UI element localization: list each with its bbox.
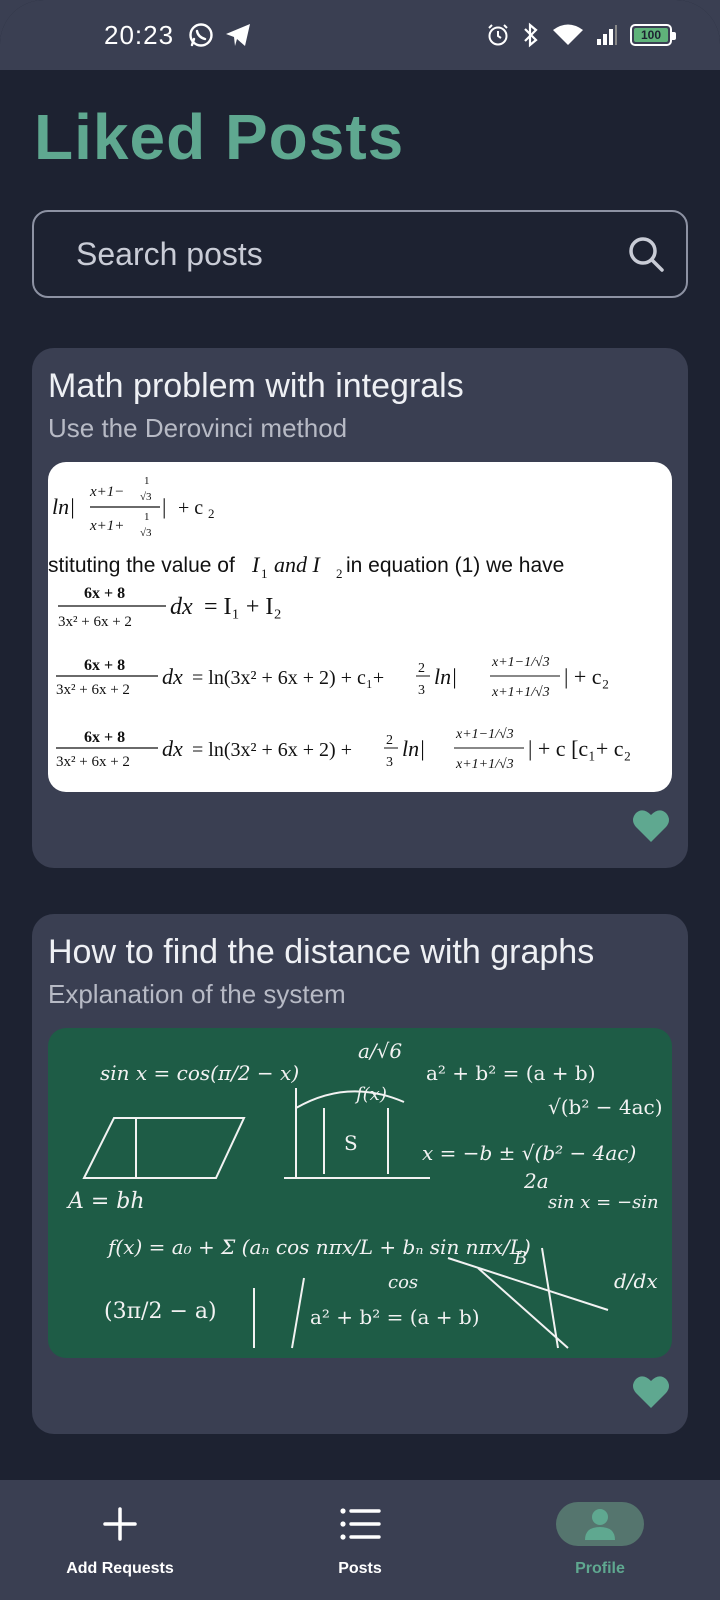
svg-text:3: 3 [418, 683, 425, 698]
bottom-navigation: Add Requests Posts Profile [0, 1480, 720, 1600]
svg-text:f(x) = a₀ + Σ (aₙ cos nπx/L +: f(x) = a₀ + Σ (aₙ cos nπx/L + bₙ sin nπx… [106, 1235, 531, 1259]
svg-text:1: 1 [261, 566, 268, 581]
nav-label: Add Requests [66, 1560, 174, 1577]
svg-text:= ln(3x² + 6x + 2) +: = ln(3x² + 6x + 2) + [192, 739, 352, 761]
telegram-icon [226, 24, 251, 46]
svg-text:x+1+1/√3: x+1+1/√3 [491, 685, 550, 700]
post-card[interactable]: Math problem with integrals Use the Dero… [32, 348, 688, 868]
svg-text:x = −b ± √(b² − 4ac): x = −b ± √(b² − 4ac) [422, 1141, 636, 1165]
svg-text:2: 2 [208, 506, 215, 521]
svg-text:A = bh: A = bh [66, 1189, 145, 1214]
svg-text:3x² + 6x + 2: 3x² + 6x + 2 [56, 754, 130, 770]
svg-text:cos: cos [388, 1272, 418, 1293]
svg-text:|: | [162, 494, 166, 519]
svg-text:6x + 8: 6x + 8 [84, 585, 125, 602]
svg-text:x+1−1/√3: x+1−1/√3 [491, 655, 550, 670]
svg-text:3: 3 [386, 755, 393, 770]
svg-text:B: B [513, 1248, 527, 1269]
svg-text:3x² + 6x + 2: 3x² + 6x + 2 [56, 682, 130, 698]
svg-text:x+1−1/√3: x+1−1/√3 [455, 727, 514, 742]
status-bar: 20:23 100 [0, 0, 720, 70]
nav-label: Profile [575, 1560, 625, 1577]
svg-text:x+1−: x+1− [89, 484, 124, 500]
svg-text:2: 2 [418, 661, 425, 676]
signal-icon [597, 25, 617, 45]
svg-text:2: 2 [336, 566, 343, 581]
search-bar[interactable] [32, 210, 688, 298]
svg-text:in equation (1) we have: in equation (1) we have [346, 554, 564, 577]
math-integrals-image: ln| x+1− 1 √3 x+1+ 1 √3 | + c 2 stitutin… [48, 475, 631, 772]
svg-text:sin x = −sin: sin x = −sin [548, 1192, 659, 1213]
page-title: Liked Posts [34, 101, 405, 173]
svg-text:3x² + 6x + 2: 3x² + 6x + 2 [58, 614, 132, 630]
plus-icon [103, 1507, 137, 1541]
svg-text:x+1+: x+1+ [89, 518, 124, 534]
chalkboard-formulas-image: sin x = cos(π/2 − x) a/√6 a² + b² = (a +… [66, 1039, 663, 1349]
svg-text:+ c: + c [178, 497, 203, 519]
post-image[interactable]: sin x = cos(π/2 − x) a/√6 a² + b² = (a +… [48, 1028, 672, 1358]
heart-icon[interactable] [632, 1374, 670, 1410]
svg-text:√(b² − 4ac): √(b² − 4ac) [548, 1095, 663, 1119]
battery-icon: 100 [630, 24, 676, 46]
svg-text:ln|: ln| [434, 664, 457, 689]
wifi-icon [553, 24, 583, 45]
svg-text:= I₁ + I₂: = I₁ + I₂ [204, 594, 282, 620]
alarm-icon [488, 24, 508, 46]
svg-text:ln|: ln| [52, 494, 75, 519]
post-card[interactable]: How to find the distance with graphs Exp… [32, 914, 688, 1434]
svg-text:x+1+1/√3: x+1+1/√3 [455, 757, 514, 772]
svg-text:I: I [251, 552, 261, 577]
post-title: How to find the distance with graphs [48, 933, 595, 971]
svg-text:dx: dx [162, 664, 183, 689]
svg-text:2: 2 [386, 733, 393, 748]
nav-posts[interactable]: Posts [240, 1480, 480, 1600]
svg-text:a/√6: a/√6 [358, 1039, 402, 1063]
nav-add-requests[interactable]: Add Requests [0, 1480, 240, 1600]
svg-text:dx: dx [170, 594, 193, 620]
search-icon[interactable] [626, 234, 666, 274]
svg-text:sin x = cos(π/2 − x): sin x = cos(π/2 − x) [100, 1061, 299, 1085]
svg-text:ln|: ln| [402, 736, 425, 761]
post-subtitle: Use the Derovinci method [48, 413, 348, 443]
list-icon [340, 1508, 381, 1540]
svg-text:a² + b² = (a + b): a² + b² = (a + b) [310, 1305, 480, 1329]
post-title: Math problem with integrals [48, 367, 464, 405]
svg-text:2a: 2a [523, 1169, 549, 1193]
nav-profile[interactable]: Profile [480, 1480, 720, 1600]
svg-text:dx: dx [162, 736, 183, 761]
bluetooth-icon [524, 22, 538, 48]
svg-text:1: 1 [144, 475, 150, 487]
svg-text:S: S [344, 1131, 358, 1155]
svg-text:6x + 8: 6x + 8 [84, 657, 125, 674]
svg-text:= ln(3x² + 6x + 2) + c₁+: = ln(3x² + 6x + 2) + c₁+ [192, 667, 384, 689]
svg-text:| + c [c₁+ c₂: | + c [c₁+ c₂ [528, 736, 631, 761]
whatsapp-icon [189, 23, 213, 47]
post-subtitle: Explanation of the system [48, 979, 346, 1009]
svg-text:1: 1 [144, 511, 150, 523]
svg-text:a² + b² = (a + b): a² + b² = (a + b) [426, 1061, 596, 1085]
svg-text:stituting the value of: stituting the value of [48, 554, 235, 577]
search-input[interactable] [76, 235, 626, 273]
svg-text:and I: and I [274, 552, 322, 577]
svg-text:6x + 8: 6x + 8 [84, 729, 125, 746]
svg-text:√3: √3 [140, 527, 152, 539]
svg-text:(3π/2 − a): (3π/2 − a) [104, 1299, 217, 1324]
post-image[interactable]: ln| x+1− 1 √3 x+1+ 1 √3 | + c 2 stitutin… [48, 462, 672, 792]
status-time: 20:23 [104, 19, 175, 50]
svg-text:√3: √3 [140, 491, 152, 503]
app-screen: 20:23 100 Liked Posts Search posts Math … [0, 0, 720, 1600]
svg-text:d/dx: d/dx [614, 1269, 658, 1293]
svg-text:| + c₂: | + c₂ [564, 664, 609, 689]
person-icon [585, 1509, 615, 1540]
heart-icon[interactable] [632, 808, 670, 844]
nav-label: Posts [338, 1560, 382, 1577]
